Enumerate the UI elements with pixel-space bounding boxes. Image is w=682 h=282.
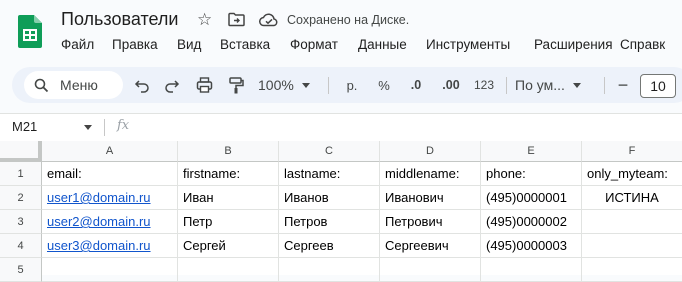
sheets-logo-icon[interactable]: [18, 15, 42, 48]
paint-format-icon: [228, 76, 244, 93]
formula-bar: M21 fx: [0, 113, 682, 142]
column-header-f[interactable]: F: [582, 141, 682, 162]
cell[interactable]: ИСТИНА: [582, 186, 682, 210]
column-header-b[interactable]: B: [178, 141, 279, 162]
menu-file[interactable]: Файл: [61, 37, 94, 52]
zoom-value: 100%: [258, 77, 294, 93]
print-icon: [196, 77, 212, 93]
cell[interactable]: phone:: [481, 162, 582, 186]
select-all-corner[interactable]: [0, 141, 42, 162]
undo-button[interactable]: [131, 67, 153, 103]
column-header-d[interactable]: D: [380, 141, 481, 162]
toolbar: Меню 100% р. % .0 .00 123 По ум... − 10: [12, 67, 682, 103]
name-box-dropdown-icon[interactable]: [84, 125, 92, 130]
menu-help[interactable]: Справк: [620, 37, 665, 52]
font-size-input[interactable]: 10: [640, 74, 676, 98]
row-header[interactable]: 2: [0, 186, 42, 210]
star-icon[interactable]: ☆: [197, 10, 212, 30]
decrease-decimals-button[interactable]: .0: [403, 67, 429, 103]
cell[interactable]: (495)0000003: [481, 234, 582, 258]
zoom-select[interactable]: 100%: [258, 67, 320, 103]
font-family-value: По ум...: [515, 77, 565, 93]
decrease-font-size-button[interactable]: −: [614, 67, 632, 103]
menu-edit[interactable]: Правка: [112, 37, 158, 52]
cell[interactable]: [42, 258, 178, 282]
menu-search-label: Меню: [60, 77, 98, 93]
column-header-e[interactable]: E: [481, 141, 582, 162]
row-header[interactable]: 4: [0, 234, 42, 258]
menu-format[interactable]: Формат: [290, 37, 338, 52]
toolbar-separator: [604, 77, 605, 94]
cell[interactable]: Петрович: [380, 210, 481, 234]
cell-email-link[interactable]: user1@domain.ru: [42, 186, 178, 210]
cell[interactable]: Сергеев: [279, 234, 380, 258]
cell[interactable]: [380, 258, 481, 282]
row-header[interactable]: 5: [0, 258, 42, 282]
cell[interactable]: Иванов: [279, 186, 380, 210]
formula-input[interactable]: [140, 118, 670, 137]
percent-button[interactable]: %: [373, 67, 395, 103]
cloud-saved-icon[interactable]: [259, 13, 279, 27]
paint-format-button[interactable]: [224, 67, 248, 103]
number-format-button[interactable]: 123: [470, 67, 498, 103]
fx-icon: fx: [117, 118, 130, 133]
menu-view[interactable]: Вид: [177, 37, 201, 52]
menu-tools[interactable]: Инструменты: [426, 37, 510, 52]
menu-extensions[interactable]: Расширения: [534, 37, 613, 52]
cell[interactable]: email:: [42, 162, 178, 186]
currency-button[interactable]: р.: [340, 67, 364, 103]
zoom-dropdown-icon: [301, 82, 310, 88]
cell[interactable]: Сергей: [178, 234, 279, 258]
search-icon: [34, 78, 49, 93]
cell[interactable]: [582, 210, 682, 234]
cell[interactable]: [279, 258, 380, 282]
cell[interactable]: middlename:: [380, 162, 481, 186]
print-button[interactable]: [192, 67, 216, 103]
cell[interactable]: only_myteam:: [582, 162, 682, 186]
menu-search-button[interactable]: Меню: [24, 71, 123, 99]
cell[interactable]: Петр: [178, 210, 279, 234]
cell[interactable]: (495)0000001: [481, 186, 582, 210]
cell[interactable]: Иван: [178, 186, 279, 210]
formula-bar-separator: [104, 119, 105, 136]
menu-data[interactable]: Данные: [358, 37, 407, 52]
undo-icon: [134, 80, 149, 93]
toolbar-separator: [328, 77, 329, 94]
cell[interactable]: [481, 258, 582, 282]
cell[interactable]: [582, 234, 682, 258]
font-family-select[interactable]: По ум...: [515, 67, 595, 103]
column-header-a[interactable]: A: [42, 141, 178, 162]
redo-icon: [165, 80, 180, 93]
toolbar-separator: [506, 77, 507, 94]
cell[interactable]: [178, 258, 279, 282]
font-dropdown-icon: [572, 82, 581, 88]
document-title[interactable]: Пользователи: [61, 9, 178, 30]
menu-insert[interactable]: Вставка: [220, 37, 270, 52]
save-status: Сохранено на Диске.: [287, 13, 410, 27]
cell[interactable]: Петров: [279, 210, 380, 234]
cell[interactable]: firstname:: [178, 162, 279, 186]
spreadsheet-grid: A B C D E F 1 2 3 4 5 email: firstname: …: [0, 141, 682, 282]
cell[interactable]: [582, 258, 682, 282]
name-box[interactable]: M21: [12, 119, 37, 134]
row-header[interactable]: 1: [0, 162, 42, 186]
column-header-c[interactable]: C: [279, 141, 380, 162]
redo-button[interactable]: [161, 67, 183, 103]
row-header[interactable]: 3: [0, 210, 42, 234]
cell[interactable]: Сергеевич: [380, 234, 481, 258]
move-folder-icon[interactable]: [228, 12, 245, 27]
cell-email-link[interactable]: user3@domain.ru: [42, 234, 178, 258]
title-bar: Пользователи ☆ Сохранено на Диске. Файл …: [0, 0, 682, 60]
cell[interactable]: lastname:: [279, 162, 380, 186]
cell[interactable]: (495)0000002: [481, 210, 582, 234]
cell[interactable]: Иванович: [380, 186, 481, 210]
cell-email-link[interactable]: user2@domain.ru: [42, 210, 178, 234]
increase-decimals-button[interactable]: .00: [436, 67, 466, 103]
